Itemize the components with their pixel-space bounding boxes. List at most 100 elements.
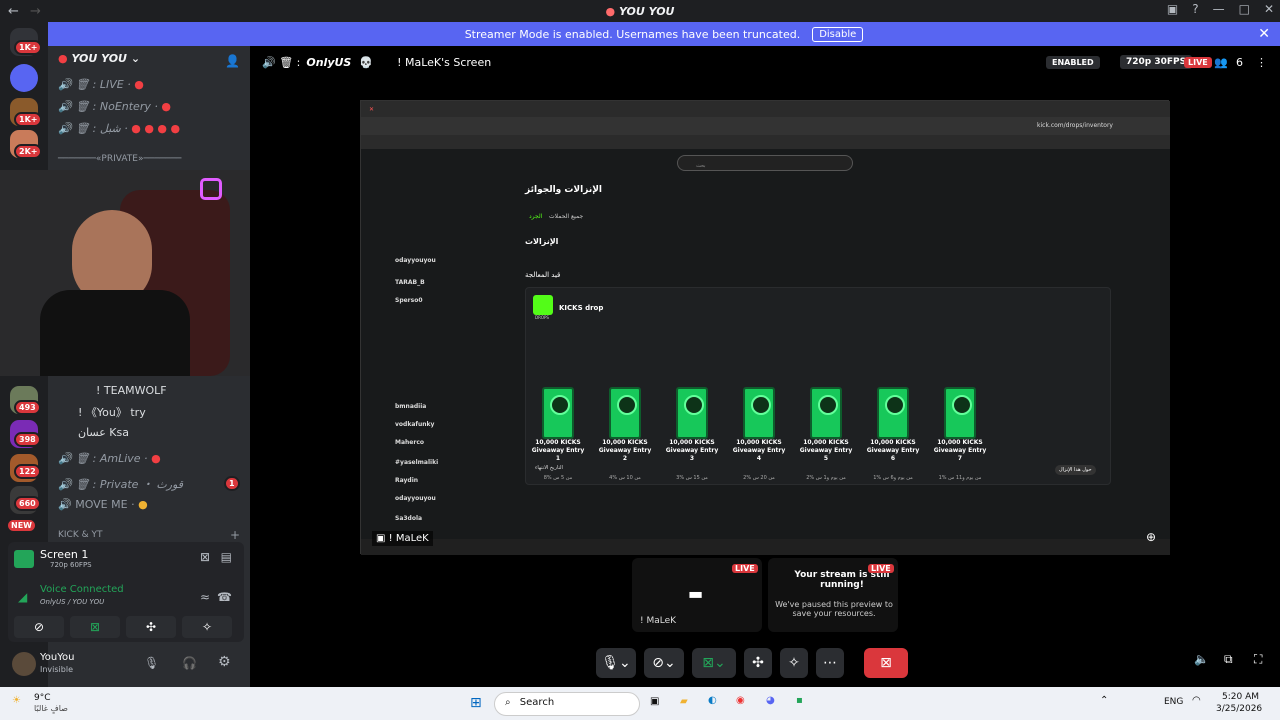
voice-connected-label[interactable]: Voice Connected bbox=[40, 584, 124, 595]
stream-settings-icon[interactable]: ▤ bbox=[221, 550, 232, 564]
minimize-icon[interactable]: — bbox=[1213, 2, 1225, 16]
paused-preview-tile[interactable]: Your stream is still running! We've paus… bbox=[768, 558, 898, 632]
task-view-icon[interactable]: ▣ bbox=[650, 696, 659, 707]
card-name: Giveaway Entry 6 bbox=[866, 447, 920, 462]
clock-date[interactable]: 3/25/2026 bbox=[1216, 704, 1262, 714]
mic-toggle-button[interactable]: 🎙⌄ bbox=[596, 648, 636, 678]
help-icon[interactable]: ? bbox=[1192, 2, 1198, 16]
headphones-icon[interactable]: 🎧 bbox=[182, 656, 197, 670]
badge: 2K+ bbox=[14, 144, 43, 159]
channel-label: NoEntery bbox=[99, 100, 151, 113]
voice-channel[interactable]: 🔊 MOVE ME · ● bbox=[58, 498, 148, 511]
activities-button[interactable]: ✣ bbox=[126, 616, 176, 638]
camera-toggle-button[interactable]: ⊘⌄ bbox=[644, 648, 684, 678]
quality-pill: 720p 30FPS bbox=[1120, 55, 1193, 69]
viewers-icon[interactable]: 👥 bbox=[1214, 56, 1228, 69]
close-icon[interactable]: ✕ bbox=[1264, 2, 1274, 16]
card-meta: 1% من يوم و6 س bbox=[873, 475, 913, 481]
add-member-icon[interactable]: 👤 bbox=[225, 54, 240, 68]
stream-panel: Screen 1 720p 60FPS ⊠ ▤ Voice Connected … bbox=[8, 542, 244, 642]
kicks-card-icon bbox=[944, 387, 976, 439]
mic-icon[interactable]: 🎙 bbox=[144, 656, 159, 670]
stop-stream-icon[interactable]: ⊠ bbox=[200, 550, 210, 564]
tab-inventory: الجرد bbox=[529, 213, 543, 220]
activities-button[interactable]: ✣ bbox=[744, 648, 772, 678]
search-icon: ⌕ bbox=[505, 697, 511, 708]
search-label: Search bbox=[519, 697, 555, 708]
kick-app-icon[interactable]: ▪ bbox=[796, 695, 803, 706]
file-explorer-icon[interactable]: ▰ bbox=[680, 696, 688, 707]
fullscreen-zoom-icon[interactable]: ⊕ bbox=[1146, 530, 1156, 544]
card-name: Giveaway Entry 4 bbox=[732, 447, 786, 462]
streamer-item: odayyouyou bbox=[395, 495, 436, 502]
search-box[interactable]: ⌕ Search bbox=[494, 692, 640, 716]
preview-live-badge: LIVE bbox=[868, 564, 894, 573]
channel-label: Private ・ قورث bbox=[99, 478, 184, 491]
soundboard-button[interactable]: ✧ bbox=[182, 616, 232, 638]
category-private[interactable]: ───────«PRIVATE»─────── bbox=[58, 154, 181, 164]
soundboard-button[interactable]: ✧ bbox=[780, 648, 808, 678]
channel-label: LIVE bbox=[99, 78, 124, 91]
chrome-icon[interactable]: ◉ bbox=[736, 695, 745, 706]
app-title: ● YOU YOU bbox=[605, 4, 675, 18]
popout-icon[interactable]: ⧉ bbox=[1224, 652, 1233, 667]
category-kick[interactable]: KICK & YT bbox=[58, 530, 102, 540]
address-bar: kick.com/drops/inventory bbox=[361, 117, 1170, 135]
username: YouYou bbox=[40, 652, 75, 663]
badge: 122 bbox=[14, 464, 41, 479]
inbox-icon[interactable]: ▣ bbox=[1167, 2, 1178, 16]
settings-icon[interactable]: ⚙ bbox=[218, 654, 231, 670]
lang-label[interactable]: ENG bbox=[1164, 697, 1183, 707]
stage-area: 🔊 🗑 : OnlyUS 💀 ! MaLeK's Screen ENABLED … bbox=[250, 46, 1280, 687]
server-icon[interactable] bbox=[10, 64, 38, 92]
card-name: Giveaway Entry 3 bbox=[665, 447, 719, 462]
add-channel-icon[interactable]: + bbox=[230, 528, 240, 542]
stream-owner-text: ! MaLeK bbox=[388, 533, 429, 544]
kicks-card-icon bbox=[810, 387, 842, 439]
close-banner-icon[interactable]: ✕ bbox=[1258, 26, 1270, 42]
browser-tabbar: ✕ bbox=[361, 101, 1170, 117]
volume-icon[interactable]: 🔈 bbox=[1194, 652, 1209, 666]
avatar[interactable] bbox=[12, 652, 36, 676]
wifi-icon[interactable]: ◠ bbox=[1192, 695, 1201, 706]
edge-icon[interactable]: ◐ bbox=[708, 695, 717, 706]
disable-button[interactable]: Disable bbox=[812, 26, 864, 42]
card-amount: 10,000 KICKS bbox=[535, 439, 581, 446]
discord-icon[interactable]: ◕ bbox=[766, 695, 775, 706]
voice-channel[interactable]: 🔊 🗑 : NoEntery · ● bbox=[58, 100, 171, 113]
start-icon[interactable]: ⊞ bbox=[470, 695, 482, 711]
voice-user[interactable]: ! 《You》 try bbox=[78, 404, 146, 420]
voice-channel[interactable]: 🔊 🗑 : LIVE · ● bbox=[58, 78, 144, 91]
drops-label: DROPS bbox=[535, 315, 549, 320]
streamer-item: Sa3dola bbox=[395, 515, 423, 522]
drop-card: 10,000 KICKS Giveaway Entry 6 1% من يوم و6… bbox=[864, 387, 922, 481]
stop-stream-button[interactable]: ⊠ bbox=[864, 648, 908, 678]
badge: 660 bbox=[14, 496, 41, 511]
kicks-card-icon bbox=[676, 387, 708, 439]
voice-user[interactable]: ! TEAMWOLF bbox=[96, 384, 167, 397]
shared-screen[interactable]: ✕ kick.com/drops/inventory KICK بحث الإن… bbox=[360, 100, 1170, 555]
voice-user[interactable]: عسان Ksa bbox=[78, 426, 129, 439]
more-options-button[interactable]: ⋯ bbox=[816, 648, 844, 678]
fullscreen-icon[interactable]: ⛶ bbox=[1254, 652, 1262, 667]
voice-channel[interactable]: 🔊 🗑 : AmLive · ● bbox=[58, 452, 161, 465]
disconnect-icon[interactable]: ☎ bbox=[217, 590, 232, 604]
share-screen-button[interactable]: ⊠ bbox=[70, 616, 120, 638]
kicks-card-icon bbox=[542, 387, 574, 439]
voice-channel[interactable]: 🔊 🗑 : شبل · ● ● ● ● bbox=[58, 122, 180, 135]
clock-time[interactable]: 5:20 AM bbox=[1222, 692, 1259, 702]
camera-button[interactable]: ⊘ bbox=[14, 616, 64, 638]
voice-channel[interactable]: 🔊 🗑 : Private ・ قورث bbox=[58, 476, 183, 492]
more-icon[interactable]: ⋮ bbox=[1256, 56, 1267, 69]
maximize-icon[interactable]: □ bbox=[1239, 2, 1250, 16]
guild-name[interactable]: ● YOU YOU ⌄ bbox=[58, 52, 140, 65]
preview-live-badge: LIVE bbox=[732, 564, 758, 573]
stream-quality: 720p 60FPS bbox=[50, 561, 92, 569]
preview-tile[interactable]: ▬ ! MaLeK LIVE bbox=[632, 558, 762, 632]
noise-icon[interactable]: ≈ bbox=[200, 590, 210, 604]
screen-share-button[interactable]: ⊠⌄ bbox=[692, 648, 736, 678]
tray-chevron-icon[interactable]: ⌃ bbox=[1100, 695, 1108, 706]
channel-label: AmLive bbox=[99, 452, 141, 465]
enabled-pill[interactable]: ENABLED bbox=[1046, 55, 1100, 69]
card-meta: 4% من 10 س bbox=[609, 475, 641, 481]
